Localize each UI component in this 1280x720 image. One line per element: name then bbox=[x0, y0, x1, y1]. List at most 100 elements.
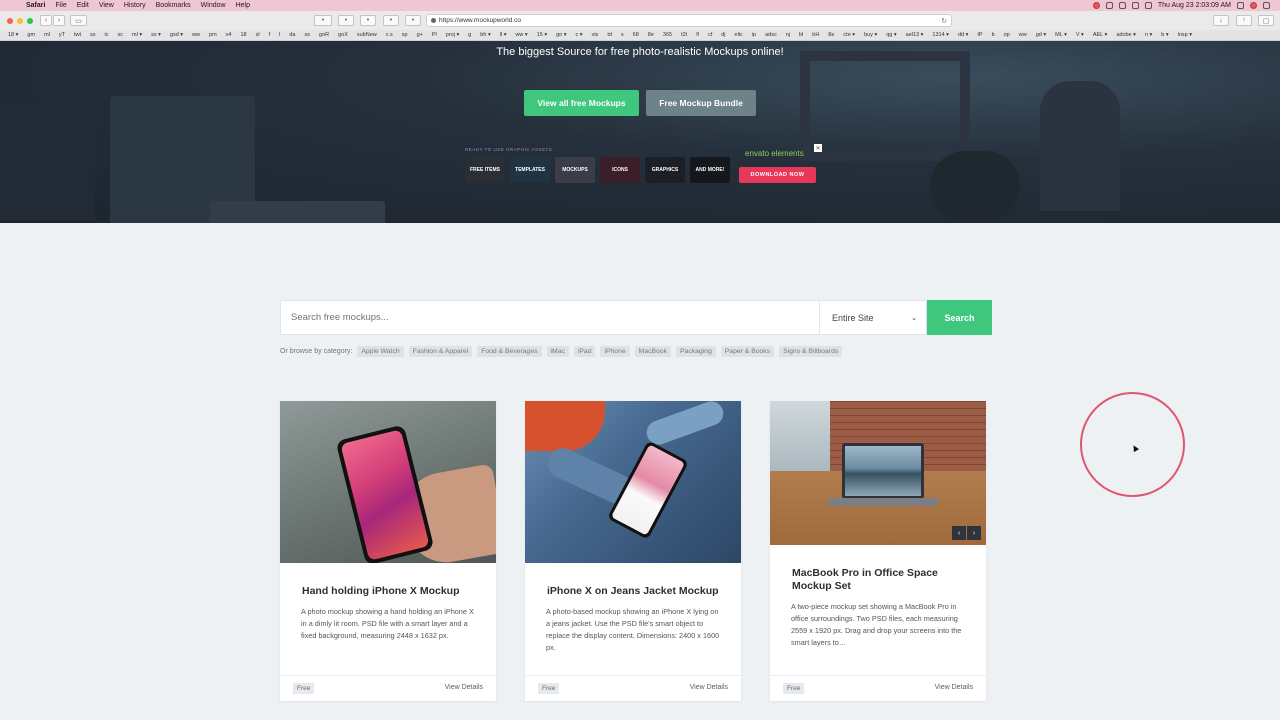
bookmark-item[interactable]: goX bbox=[338, 32, 348, 38]
bookmark-item[interactable]: ael13 ▾ bbox=[906, 32, 924, 38]
bookmark-item[interactable]: td bbox=[607, 32, 612, 38]
menu-bookmarks[interactable]: Bookmarks bbox=[156, 2, 191, 9]
card-title[interactable]: iPhone X on Jeans Jacket Mockup bbox=[525, 585, 741, 598]
category-tag[interactable]: MacBook bbox=[634, 346, 671, 357]
bookmark-item[interactable]: t2t bbox=[681, 32, 687, 38]
bookmark-item[interactable]: 1314 ▾ bbox=[932, 32, 949, 38]
bookmark-item[interactable]: c ▾ bbox=[576, 32, 583, 38]
mockup-card[interactable]: iPhone X on Jeans Jacket Mockup A photo-… bbox=[525, 401, 741, 701]
bookmark-item[interactable]: ml bbox=[44, 32, 50, 38]
ad-tile-free-items[interactable]: FREE ITEMS bbox=[465, 157, 505, 183]
forward-button[interactable]: › bbox=[53, 15, 65, 26]
bookmark-item[interactable]: 8e bbox=[828, 32, 834, 38]
category-tag[interactable]: Paper & Books bbox=[720, 346, 775, 357]
category-tag[interactable]: Signs & Billboards bbox=[779, 346, 843, 357]
wifi-icon[interactable] bbox=[1118, 2, 1126, 9]
bookmark-item[interactable]: nj bbox=[786, 32, 790, 38]
menubar-clock[interactable]: Thu Aug 23 2:03:09 AM bbox=[1158, 2, 1231, 9]
view-details-link[interactable]: View Details bbox=[690, 684, 728, 691]
category-tag[interactable]: Food & Beverages bbox=[477, 346, 542, 357]
minimize-window-icon[interactable] bbox=[17, 17, 23, 24]
bookmark-item[interactable]: ic bbox=[105, 32, 109, 38]
bookmark-item[interactable]: cf bbox=[708, 32, 712, 38]
bookmark-item[interactable]: ss bbox=[304, 32, 310, 38]
bookmark-item[interactable]: twt bbox=[74, 32, 81, 38]
search-scope-select[interactable]: Entire Site ⌄ bbox=[819, 300, 927, 335]
bookmark-item[interactable]: b bbox=[992, 32, 995, 38]
bookmark-item[interactable]: s bbox=[621, 32, 624, 38]
bookmark-item[interactable]: ww bbox=[1019, 32, 1027, 38]
bookmark-item[interactable]: sp bbox=[402, 32, 408, 38]
bookmark-item[interactable]: insp ▾ bbox=[1178, 32, 1192, 38]
ad-tile-graphics[interactable]: GRAPHICS bbox=[645, 157, 685, 183]
close-window-icon[interactable] bbox=[7, 17, 13, 24]
bookmark-item[interactable]: b ▾ bbox=[1161, 32, 1168, 38]
bookmark-item[interactable]: Pl bbox=[432, 32, 437, 38]
bookmark-item[interactable]: f bbox=[269, 32, 271, 38]
bookmark-item[interactable]: adsc bbox=[765, 32, 777, 38]
free-mockup-bundle-button[interactable]: Free Mockup Bundle bbox=[646, 90, 756, 116]
extension-button-5[interactable]: • bbox=[405, 15, 421, 26]
category-tag[interactable]: Fashion & Apparel bbox=[408, 346, 473, 357]
bookmark-item[interactable]: ww bbox=[192, 32, 200, 38]
menu-help[interactable]: Help bbox=[236, 2, 250, 9]
fullscreen-window-icon[interactable] bbox=[27, 17, 33, 24]
bookmark-item[interactable]: yT bbox=[59, 32, 65, 38]
bookmark-item[interactable]: dd ▾ bbox=[958, 32, 968, 38]
dropbox-icon[interactable] bbox=[1105, 2, 1113, 9]
bookmark-item[interactable]: 18 ▾ bbox=[8, 32, 18, 38]
ad-tile-and-more[interactable]: AND MORE! bbox=[690, 157, 730, 183]
siri-icon[interactable] bbox=[1250, 2, 1257, 9]
bookmark-item[interactable]: adobe ▾ bbox=[1116, 32, 1136, 38]
bookmark-item[interactable]: elic bbox=[735, 32, 743, 38]
extension-button-2[interactable]: • bbox=[338, 15, 354, 26]
bookmark-item[interactable]: 15 ▾ bbox=[537, 32, 547, 38]
bookmark-item[interactable]: goR bbox=[319, 32, 329, 38]
bookmark-item[interactable]: op bbox=[1004, 32, 1010, 38]
menu-app-safari[interactable]: Safari bbox=[26, 2, 45, 9]
card-title[interactable]: Hand holding iPhone X Mockup bbox=[280, 585, 496, 598]
bookmark-item[interactable]: g bbox=[468, 32, 471, 38]
address-bar[interactable]: https://www.mockupworld.co ↻ bbox=[426, 14, 952, 27]
ad-tile-icons[interactable]: ICONS bbox=[600, 157, 640, 183]
bookmark-item[interactable]: go ▾ bbox=[556, 32, 566, 38]
spotlight-icon[interactable] bbox=[1237, 2, 1244, 9]
search-button[interactable]: Search bbox=[927, 300, 992, 335]
bookmark-item[interactable]: bh ▾ bbox=[480, 32, 490, 38]
bookmark-item[interactable]: bH bbox=[812, 32, 819, 38]
bookmark-item[interactable]: ml ▾ bbox=[132, 32, 142, 38]
battery-icon[interactable] bbox=[1144, 2, 1152, 9]
mockup-card[interactable]: ‹ › MacBook Pro in Office Space Mockup S… bbox=[770, 401, 986, 701]
volume-icon[interactable] bbox=[1131, 2, 1139, 9]
bookmark-item[interactable]: fl bbox=[696, 32, 699, 38]
gallery-next-icon[interactable]: › bbox=[967, 526, 981, 540]
bookmark-item[interactable]: l bbox=[279, 32, 280, 38]
card-title[interactable]: MacBook Pro in Office Space Mockup Set bbox=[770, 567, 986, 593]
menu-view[interactable]: View bbox=[99, 2, 114, 9]
status-app-icon[interactable] bbox=[1092, 2, 1100, 9]
view-all-mockups-button[interactable]: View all free Mockups bbox=[524, 90, 639, 116]
bookmark-item[interactable]: 18 bbox=[240, 32, 246, 38]
category-tag[interactable]: iMac bbox=[546, 346, 569, 357]
menu-window[interactable]: Window bbox=[201, 2, 226, 9]
downloads-button[interactable]: ↓ bbox=[1213, 15, 1229, 26]
bookmark-item[interactable]: ss ▾ bbox=[151, 32, 161, 38]
mockup-card[interactable]: Hand holding iPhone X Mockup A photo moc… bbox=[280, 401, 496, 701]
bookmark-item[interactable]: pm bbox=[209, 32, 217, 38]
sidebar-button[interactable]: ▭ bbox=[70, 15, 87, 26]
ad-tile-templates[interactable]: TEMPLATES bbox=[510, 157, 550, 183]
bookmark-item[interactable]: proj ▾ bbox=[446, 32, 459, 38]
gallery-prev-icon[interactable]: ‹ bbox=[952, 526, 966, 540]
card-thumbnail[interactable] bbox=[525, 401, 741, 563]
bookmark-item[interactable]: AEL ▾ bbox=[1093, 32, 1107, 38]
bookmark-item[interactable]: 8e bbox=[648, 32, 654, 38]
bookmark-item[interactable]: gd ▾ bbox=[1036, 32, 1046, 38]
bookmark-item[interactable]: cte ▾ bbox=[843, 32, 855, 38]
bookmark-item[interactable]: sl bbox=[256, 32, 260, 38]
bookmark-item[interactable]: qg ▾ bbox=[886, 32, 896, 38]
bookmark-item[interactable]: ML ▾ bbox=[1055, 32, 1067, 38]
bookmark-item[interactable]: V ▾ bbox=[1076, 32, 1084, 38]
bookmark-item[interactable]: sc bbox=[118, 32, 124, 38]
extension-button-1[interactable]: • bbox=[314, 15, 332, 26]
envato-ad-banner[interactable]: READY TO USE GRAPHIC ASSETS FREE ITEMS T… bbox=[463, 144, 823, 193]
